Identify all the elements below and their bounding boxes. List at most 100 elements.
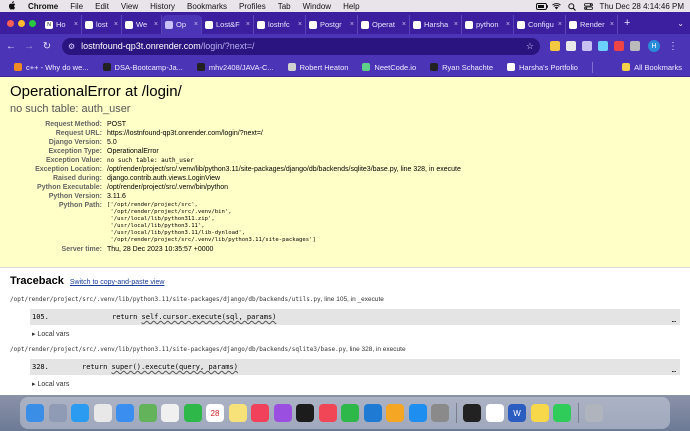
forward-arrow-icon[interactable]: → <box>22 41 36 52</box>
whatsapp-icon[interactable] <box>553 404 571 422</box>
slack-icon[interactable] <box>485 404 504 422</box>
podcasts-icon[interactable] <box>273 404 292 422</box>
search-icon[interactable] <box>567 2 577 11</box>
expand-context-marker[interactable]: … <box>672 316 676 324</box>
bookmark-star-icon[interactable]: ☆ <box>526 41 534 52</box>
numbers-icon[interactable] <box>341 404 359 422</box>
browser-tab[interactable]: Op × <box>162 15 202 34</box>
browser-tab[interactable]: Render × <box>566 15 618 34</box>
close-tab-icon[interactable]: × <box>194 21 198 28</box>
menu-tab[interactable]: Tab <box>278 2 291 11</box>
close-tab-icon[interactable]: × <box>74 21 78 28</box>
bookmark-item[interactable]: DSA-Bootcamp-Ja... <box>102 63 183 72</box>
new-tab-button[interactable]: + <box>624 17 630 29</box>
browser-tab[interactable]: Operat × <box>358 15 410 34</box>
info-label: Python Executable: <box>37 184 102 191</box>
menu-edit[interactable]: Edit <box>95 2 109 11</box>
menu-view[interactable]: View <box>121 2 138 11</box>
bookmark-item[interactable]: Ryan Schachte <box>430 63 493 72</box>
photos-icon[interactable] <box>161 404 179 422</box>
expand-context-marker[interactable]: … <box>672 366 676 374</box>
menu-profiles[interactable]: Profiles <box>239 2 266 11</box>
notes-yellow-icon[interactable] <box>530 404 549 422</box>
vscode-icon[interactable] <box>363 404 382 422</box>
music-icon[interactable] <box>251 404 269 422</box>
menubar-clock[interactable]: Thu Dec 28 4:14:46 PM <box>600 2 685 11</box>
menu-window[interactable]: Window <box>303 2 331 11</box>
bookmark-item[interactable]: NeetCode.io <box>362 63 416 72</box>
browser-tab[interactable]: N Ho × <box>42 15 82 34</box>
close-tab-icon[interactable]: × <box>454 21 458 28</box>
launchpad-icon[interactable] <box>48 404 67 422</box>
menu-file[interactable]: File <box>70 2 83 11</box>
minimize-window-button[interactable] <box>18 20 25 27</box>
browser-tab[interactable]: lostnfc × <box>254 15 306 34</box>
chrome-icon[interactable] <box>93 404 112 422</box>
menu-bookmarks[interactable]: Bookmarks <box>187 2 227 11</box>
extension-icon[interactable] <box>598 41 608 51</box>
close-tab-icon[interactable]: × <box>246 21 250 28</box>
code-context[interactable]: 105. return self.cursor.execute(sql, par… <box>30 309 680 325</box>
close-tab-icon[interactable]: × <box>298 21 302 28</box>
appstore-icon[interactable] <box>408 404 427 422</box>
close-tab-icon[interactable]: × <box>350 21 354 28</box>
browser-tab[interactable]: lost × <box>82 15 122 34</box>
bookmark-item[interactable]: c++ - Why do we... <box>14 63 89 72</box>
word-icon[interactable]: W <box>508 404 526 422</box>
mail-icon[interactable] <box>116 404 134 422</box>
local-vars-toggle[interactable]: ▸ Local vars <box>32 380 680 388</box>
notes-icon[interactable] <box>228 404 247 422</box>
tv-icon[interactable] <box>296 404 314 422</box>
bookmark-item[interactable]: Robert Heaton <box>287 63 348 72</box>
browser-tab[interactable]: python × <box>462 15 514 34</box>
tab-search-chevron-icon[interactable]: ⌄ <box>677 19 684 28</box>
news-icon[interactable] <box>318 404 337 422</box>
address-bar[interactable]: ⚙ lostnfound-qp3t.onrender.com/login/?ne… <box>62 37 540 55</box>
more-menu-icon[interactable]: ⋮ <box>668 41 678 52</box>
close-tab-icon[interactable]: × <box>114 21 118 28</box>
local-vars-toggle[interactable]: ▸ Local vars <box>32 330 680 338</box>
menu-chrome[interactable]: Chrome <box>28 2 58 11</box>
trash-icon[interactable] <box>585 404 603 422</box>
profile-avatar[interactable]: H <box>648 40 660 52</box>
extension-icon[interactable] <box>566 41 576 51</box>
close-tab-icon[interactable]: × <box>154 21 158 28</box>
bookmark-item[interactable]: mhv2408/JAVA-C... <box>196 63 274 72</box>
all-bookmarks-button[interactable]: All Bookmarks <box>622 63 682 72</box>
finder-icon[interactable] <box>26 404 44 422</box>
close-window-button[interactable] <box>7 20 14 27</box>
site-info-icon[interactable]: ⚙ <box>68 42 75 51</box>
bookmark-item[interactable]: Harsha's Portfolio <box>507 63 578 72</box>
pages-icon[interactable] <box>386 404 404 422</box>
puzzle-icon[interactable] <box>630 41 640 51</box>
browser-tab[interactable]: Lost&F × <box>202 15 254 34</box>
back-arrow-icon[interactable]: ← <box>4 41 18 52</box>
control-center-icon[interactable] <box>583 2 593 10</box>
menu-help[interactable]: Help <box>343 2 359 11</box>
close-tab-icon[interactable]: × <box>558 21 562 28</box>
battery-icon[interactable] <box>535 2 548 10</box>
close-tab-icon[interactable]: × <box>610 21 614 28</box>
facetime-icon[interactable] <box>183 404 202 422</box>
browser-tab[interactable]: We × <box>122 15 162 34</box>
terminal-icon[interactable] <box>463 404 481 422</box>
settings-icon[interactable] <box>431 404 449 422</box>
browser-tab[interactable]: Harsha × <box>410 15 462 34</box>
wifi-icon[interactable] <box>551 2 561 10</box>
zoom-window-button[interactable] <box>29 20 36 27</box>
safari-icon[interactable] <box>71 404 89 422</box>
switch-view-link[interactable]: Switch to copy-and-paste view <box>70 279 165 286</box>
extension-icon[interactable] <box>614 41 624 51</box>
extension-icon[interactable] <box>550 41 560 51</box>
close-tab-icon[interactable]: × <box>402 21 406 28</box>
calendar-icon[interactable]: 28 <box>206 404 224 422</box>
close-tab-icon[interactable]: × <box>506 21 510 28</box>
maps-icon[interactable] <box>138 404 157 422</box>
extension-icon[interactable] <box>582 41 592 51</box>
browser-tab[interactable]: Configu × <box>514 15 566 34</box>
reload-icon[interactable]: ↻ <box>40 41 54 52</box>
apple-menu-icon[interactable] <box>8 0 18 12</box>
browser-tab[interactable]: Postgr × <box>306 15 358 34</box>
menu-history[interactable]: History <box>150 2 175 11</box>
code-context[interactable]: 328. return super().execute(query, param… <box>30 359 680 375</box>
